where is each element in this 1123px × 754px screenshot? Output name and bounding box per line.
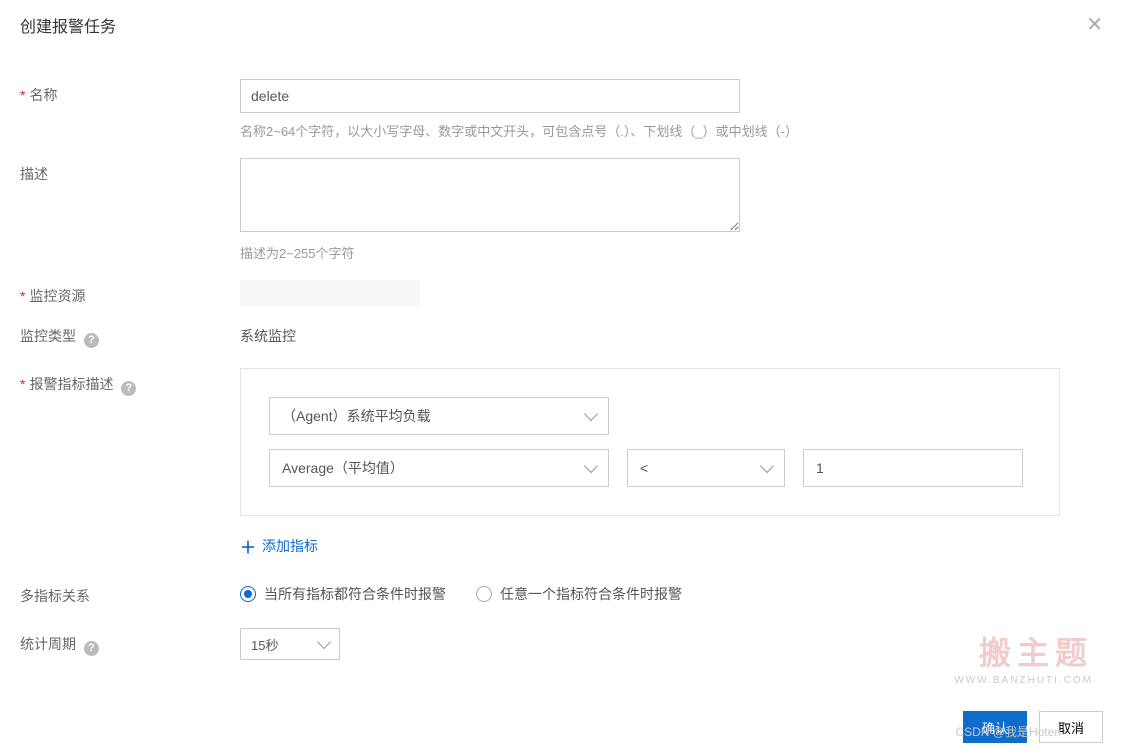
aggregation-select[interactable]: Average（平均值） [269,449,609,487]
chevron-down-icon [760,459,774,473]
modal-footer: CSDN @我是Hoten 确认 取消 [0,700,1123,754]
metrics-box: （Agent）系统平均负载 Average（平均值） < [240,368,1060,516]
create-alarm-task-modal: 创建报警任务 ✕ *名称 名称2~64个字符，以大小写字母、数字或中文开头，可包… [0,0,1123,754]
row-stat-period: 统计周期 ? 15秒 [20,628,1100,660]
row-monitor-type: 监控类型 ? 系统监控 [20,320,1100,348]
label-name: *名称 [20,79,240,105]
plus-icon: ＋ [240,534,256,558]
modal-header: 创建报警任务 ✕ [0,0,1123,49]
close-icon[interactable]: ✕ [1086,12,1103,37]
monitor-type-value: 系统监控 [240,320,1100,346]
row-description: 描述 描述为2~255个字符 [20,158,1100,262]
confirm-button[interactable]: 确认 [963,711,1027,743]
label-monitor-type: 监控类型 ? [20,320,240,348]
modal-body[interactable]: *名称 名称2~64个字符，以大小写字母、数字或中文开头，可包含点号（.）、下划… [0,49,1123,689]
row-multi-relation: 多指标关系 当所有指标都符合条件时报警 任意一个指标符合条件时报警 [20,580,1100,606]
required-mark: * [20,288,25,304]
label-metric-desc: *报警指标描述 ? [20,368,240,396]
help-icon[interactable]: ? [84,641,99,656]
row-monitor-resource: *监控资源 [20,280,1100,306]
radio-icon [476,586,492,602]
required-mark: * [20,87,25,103]
chevron-down-icon [317,635,331,649]
label-monitor-resource: *监控资源 [20,280,240,306]
row-name: *名称 名称2~64个字符，以大小写字母、数字或中文开头，可包含点号（.）、下划… [20,79,1100,140]
help-icon[interactable]: ? [121,381,136,396]
chevron-down-icon [584,459,598,473]
description-textarea[interactable] [240,158,740,232]
required-mark: * [20,376,25,392]
label-description: 描述 [20,158,240,184]
metric-select[interactable]: （Agent）系统平均负载 [269,397,609,435]
radio-all-match[interactable]: 当所有指标都符合条件时报警 [240,584,446,604]
name-hint: 名称2~64个字符，以大小写字母、数字或中文开头，可包含点号（.）、下划线（_）… [240,121,1100,140]
add-metric-button[interactable]: ＋ 添加指标 [240,534,318,558]
stat-period-select[interactable]: 15秒 [240,628,340,660]
cancel-button[interactable]: 取消 [1039,711,1103,743]
modal-title: 创建报警任务 [20,13,116,37]
monitor-resource-value [240,280,420,306]
chevron-down-icon [584,407,598,421]
row-metric-desc: *报警指标描述 ? （Agent）系统平均负载 Aver [20,368,1100,558]
multi-relation-radio-group: 当所有指标都符合条件时报警 任意一个指标符合条件时报警 [240,580,1100,604]
description-hint: 描述为2~255个字符 [240,243,1100,262]
label-stat-period: 统计周期 ? [20,628,240,656]
help-icon[interactable]: ? [84,333,99,348]
name-input[interactable] [240,79,740,113]
operator-select[interactable]: < [627,449,785,487]
radio-icon [240,586,256,602]
threshold-input[interactable] [803,449,1023,487]
radio-any-match[interactable]: 任意一个指标符合条件时报警 [476,584,682,604]
label-multi-relation: 多指标关系 [20,580,240,606]
